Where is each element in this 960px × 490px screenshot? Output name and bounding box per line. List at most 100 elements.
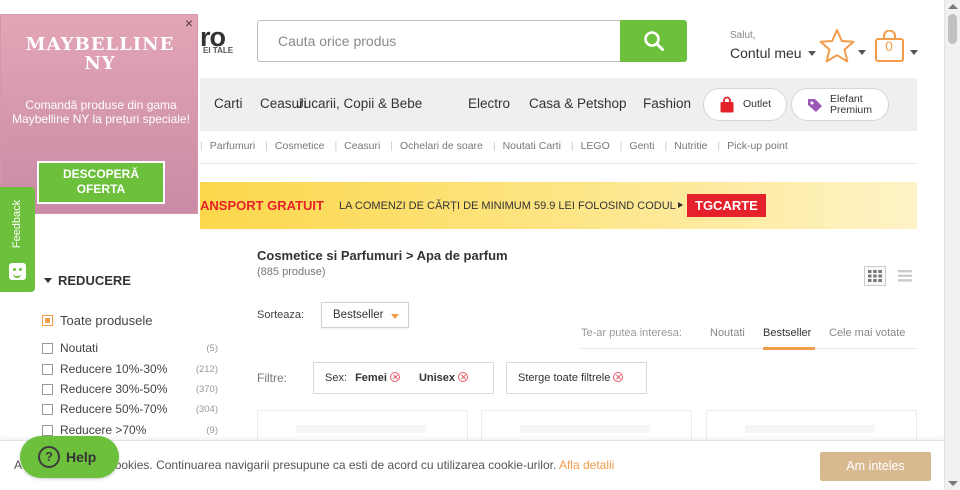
checkbox-checked[interactable] [42,315,53,326]
subnav-item-nutritie[interactable]: Nutritie [674,140,707,152]
feedback-tab[interactable]: Feedback [0,187,35,292]
greeting: Salut, [730,30,756,41]
subnav-item-parfumuri[interactable]: Parfumuri [210,140,256,152]
checkbox[interactable] [42,364,53,375]
subnav-separator: | [717,140,721,152]
interest-label: Te-ar putea interesa: [581,327,682,339]
chevron-down-icon[interactable] [858,50,866,55]
elefant-premium-button[interactable]: Elefant Premium [791,88,889,121]
nav-item-fashion[interactable]: Fashion [643,96,691,111]
search-box [257,20,621,62]
nav-item-jucarii[interactable]: Jucarii, Copii & Bebe [297,96,422,111]
subnav-item-ceasuri[interactable]: Ceasuri [344,140,380,152]
promo-code: TGCARTE [687,194,766,217]
tab-bestseller[interactable]: Bestseller [763,327,811,339]
search-icon [643,31,664,51]
subnav-separator: | [334,140,338,152]
product-image-placeholder [296,425,426,433]
maybelline-promo-popup: × MAYBELLINE NY Comandă produse din gama … [0,14,198,214]
breadcrumb-parent[interactable]: Cosmetice si Parfumuri [257,248,402,263]
filter-section-title[interactable]: REDUCERE [44,273,131,288]
product-count: (885 produse) [257,266,326,278]
filter-label: Toate produsele [60,313,153,328]
outlet-button[interactable]: Outlet [703,88,787,121]
subnav-separator: | [619,140,623,152]
subnav-item-pickup[interactable]: Pick-up point [727,140,788,152]
search-input[interactable] [258,21,621,61]
tag-icon [808,98,822,112]
chevron-down-icon[interactable] [910,50,918,55]
subnav-separator: | [492,140,496,152]
account-menu[interactable]: Contul meu [730,45,816,61]
outlet-label: Outlet [743,98,772,110]
feedback-label: Feedback [11,199,23,249]
help-button[interactable]: ? Help [20,436,119,478]
shopping-bag-icon [720,96,734,112]
clear-filters-chip[interactable]: Sterge toate filtrele [506,362,647,394]
nav-item-electro[interactable]: Electro [468,96,510,111]
scroll-up-arrow-icon[interactable] [948,4,958,9]
subnav-item-noutati-carti[interactable]: Noutati Carti [503,140,561,152]
tab-cele-mai-votate[interactable]: Cele mai votate [829,327,905,339]
filter-count: (212) [195,364,218,375]
cookie-bar: A e cookies. Continuarea navigarii presu… [0,440,944,490]
account-label: Contul meu [730,45,802,61]
breadcrumb-current: Apa de parfum [416,248,508,263]
remove-filter-icon[interactable] [613,372,624,382]
filter-label: Reducere 10%-30% [60,362,168,376]
list-view-icon[interactable] [897,266,913,286]
cookie-details-link[interactable]: Afla detalii [559,458,614,472]
promo-banner[interactable]: ANSPORT GRATUIT LA COMENZI DE CĂRȚI DE M… [200,182,917,229]
page: ro EI TALE Salut, Contul meu 0 Carti Cea… [0,0,960,490]
grid-view-icon[interactable] [864,266,886,286]
filter-option[interactable]: Toate produsele [42,313,218,331]
remove-filter-icon[interactable] [458,372,469,382]
active-tab-indicator [763,347,815,350]
subnav-item-lego[interactable]: LEGO [581,140,610,152]
category-nav: Carti Ceasuri Jucarii, Copii & Bebe Elec… [200,78,917,131]
promo-text: LA COMENZI DE CĂRȚI DE MINIMUM 59.9 LEI … [339,200,676,212]
nav-item-casa-petshop[interactable]: Casa & Petshop [529,96,627,111]
breadcrumb: Cosmetice si Parfumuri > Apa de parfum [257,248,508,263]
filter-label: Reducere 30%-50% [60,382,168,396]
chevron-down-icon [391,314,399,319]
cart-count: 0 [885,38,893,54]
filter-option[interactable]: Noutati (5) [42,341,218,359]
filter-count: (9) [206,425,218,436]
filter-option[interactable]: Reducere 30%-50% (370) [42,382,218,400]
tabs-divider [581,348,917,349]
scrollbar-thumb[interactable] [948,14,957,44]
checkbox[interactable] [42,425,53,436]
nav-item-carti[interactable]: Carti [214,96,243,111]
subnav-separator: | [265,140,268,152]
chip-label: Sex: [325,372,348,384]
discover-offer-button[interactable]: DESCOPERĂ OFERTA [37,161,165,204]
subnav-separator: | [390,140,394,152]
breadcrumb-separator: > [405,248,414,263]
help-label: Help [66,449,97,465]
sort-label: Sorteaza: [257,309,305,321]
filter-label: Reducere 50%-70% [60,402,168,416]
subnav-item-genti[interactable]: Genti [629,140,654,152]
remove-filter-icon[interactable] [389,372,400,382]
subnav-item-cosmetice[interactable]: Cosmetice [275,140,325,152]
caret-down-icon [44,278,52,283]
checkbox[interactable] [42,384,53,395]
vertical-scrollbar[interactable] [944,0,960,490]
filter-option[interactable]: Reducere 10%-30% (212) [42,362,218,380]
checkbox[interactable] [42,343,53,354]
accept-cookies-button[interactable]: Am inteles [820,452,931,481]
favorites-star-icon[interactable] [818,28,856,64]
search-button[interactable] [620,20,687,62]
filters-label: Filtre: [257,371,287,385]
chip-value: Femei [355,372,387,384]
scroll-down-arrow-icon[interactable] [948,481,958,486]
close-icon[interactable]: × [185,15,193,31]
filter-option[interactable]: Reducere 50%-70% (304) [42,402,218,420]
tab-noutati[interactable]: Noutati [710,327,745,339]
checkbox[interactable] [42,404,53,415]
clear-filters-label: Sterge toate filtrele [518,372,611,384]
smiley-icon [9,263,26,280]
sort-select[interactable]: Bestseller [321,302,409,328]
subnav-item-ochelari[interactable]: Ochelari de soare [400,140,483,152]
